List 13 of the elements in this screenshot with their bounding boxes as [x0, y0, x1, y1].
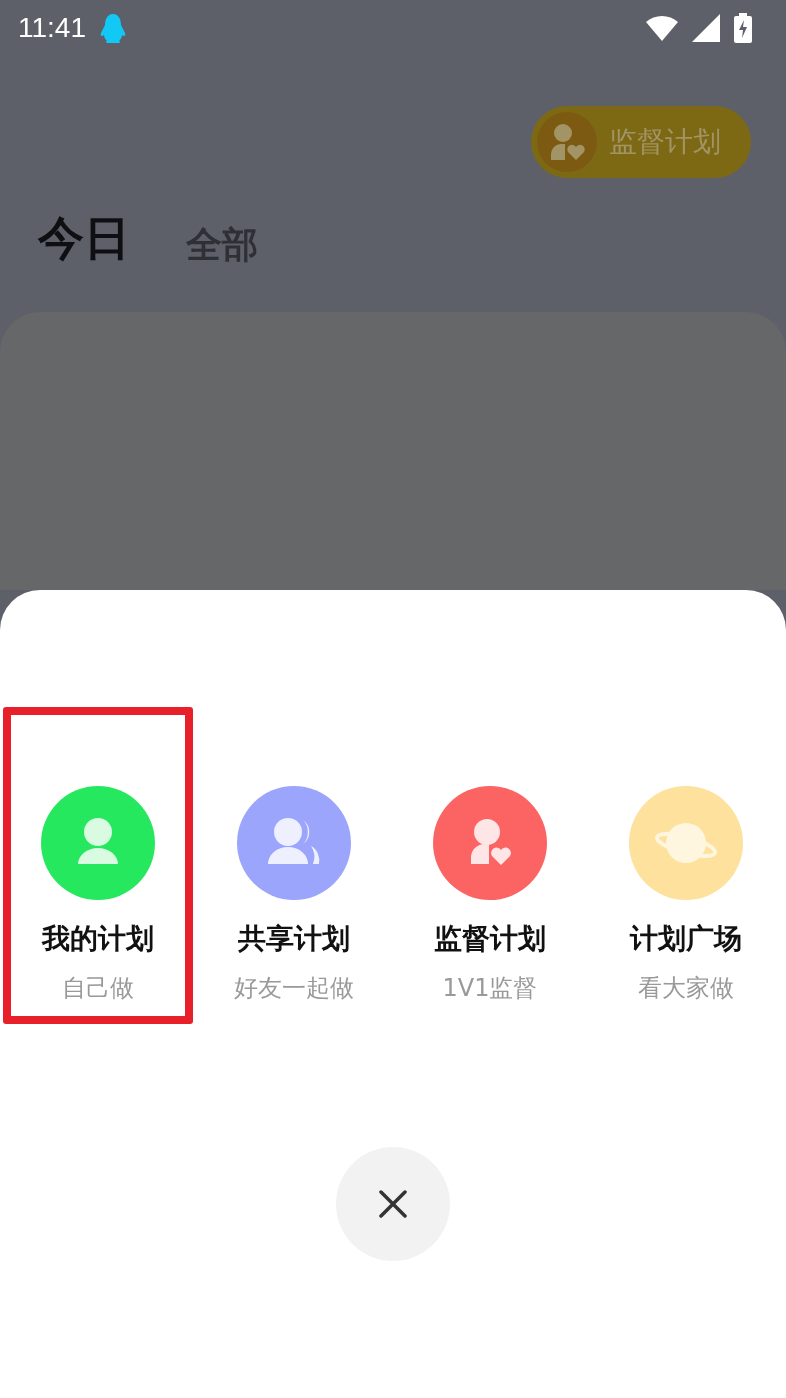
- option-cell[interactable]: 共享计划 好友一起做: [199, 707, 389, 1024]
- option-title: 共享计划: [238, 921, 350, 957]
- option-cell[interactable]: 计划广场 看大家做: [591, 707, 781, 1024]
- option-subtitle: 好友一起做: [234, 973, 354, 1004]
- status-time: 11:41: [18, 11, 86, 44]
- option-title: 我的计划: [42, 921, 154, 957]
- option-subtitle: 1V1监督: [442, 973, 538, 1004]
- option-subtitle: 自己做: [62, 973, 134, 1004]
- option-subtitle: 看大家做: [638, 973, 734, 1004]
- option-title: 计划广场: [630, 921, 742, 957]
- option-title: 监督计划: [434, 921, 546, 957]
- option-cell[interactable]: 监督计划 1V1监督: [395, 707, 585, 1024]
- highlight-frame[interactable]: 我的计划 自己做: [3, 707, 193, 1024]
